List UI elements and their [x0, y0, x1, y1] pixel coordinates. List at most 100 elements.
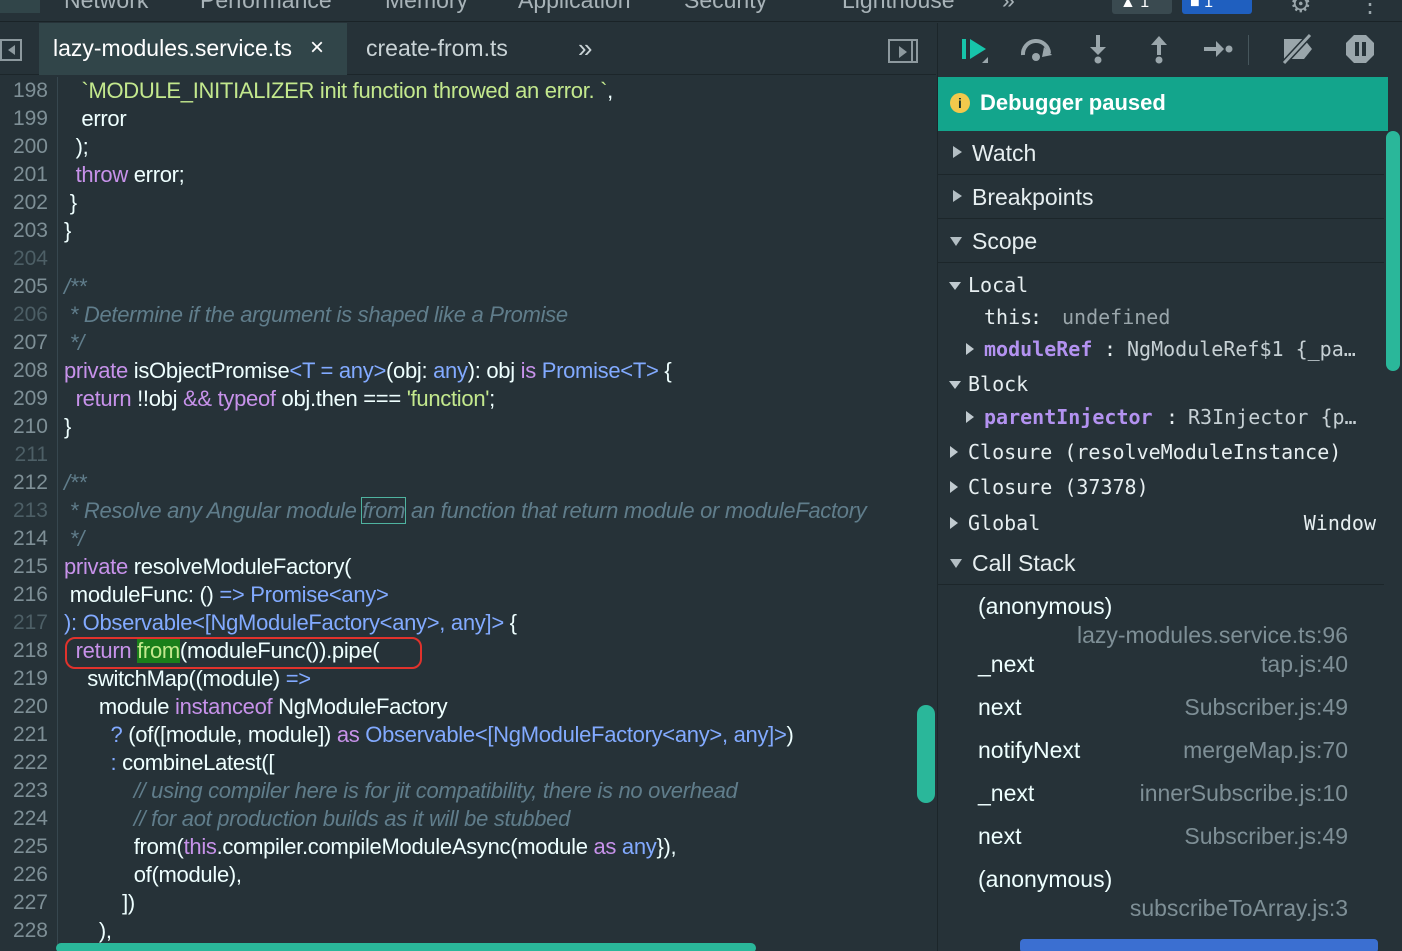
line-number[interactable]: 204	[0, 245, 48, 273]
watch-section-header[interactable]: Watch	[938, 131, 1384, 175]
line-number[interactable]: 220	[0, 693, 48, 721]
line-number[interactable]: 201	[0, 161, 48, 189]
line-number[interactable]: 209	[0, 385, 48, 413]
line-number[interactable]: 221	[0, 721, 48, 749]
breakpoints-section-header[interactable]: Breakpoints	[938, 175, 1384, 219]
line-number[interactable]: 225	[0, 833, 48, 861]
call-frame-location-link[interactable]: innerSubscribe.js:10	[1140, 780, 1348, 807]
sidebar-scrollbar[interactable]	[1386, 131, 1400, 371]
line-number[interactable]: 210	[0, 413, 48, 441]
line-number[interactable]: 214	[0, 525, 48, 553]
panel-tab-network[interactable]: Network	[64, 0, 148, 14]
line-number[interactable]: 213	[0, 497, 48, 525]
code-token: /**	[64, 274, 87, 299]
scope-closure-resolveModuleInstance[interactable]: Closure (resolveModuleInstance)	[938, 436, 1384, 468]
debugger-paused-banner: i Debugger paused	[938, 77, 1388, 131]
step-over-icon[interactable]	[1018, 33, 1054, 67]
devtools-panel-tabs: Network Performance Memory Application S…	[0, 0, 1402, 22]
kebab-menu-icon[interactable]: ⋮	[1358, 0, 1382, 19]
panel-tab-security[interactable]: Security	[684, 0, 767, 14]
code-line: module instanceof NgModuleFactory	[64, 693, 448, 721]
line-number[interactable]: 211	[0, 441, 48, 469]
line-number[interactable]: 205	[0, 273, 48, 301]
code-token: private	[64, 554, 128, 579]
scope-closure-37378[interactable]: Closure (37378)	[938, 471, 1384, 503]
code-token: any	[616, 834, 657, 859]
scope-global[interactable]: Global Window	[938, 507, 1384, 539]
line-number[interactable]: 198	[0, 77, 48, 105]
line-number[interactable]: 215	[0, 553, 48, 581]
collapse-arrow-icon	[950, 559, 962, 568]
warning-icon: ▲	[1120, 0, 1136, 11]
line-number[interactable]: 207	[0, 329, 48, 357]
resume-icon[interactable]	[956, 33, 992, 67]
call-frame-location-link[interactable]: Subscriber.js:49	[1184, 694, 1348, 721]
step-out-icon[interactable]	[1141, 33, 1177, 67]
call-frame-location-link[interactable]: mergeMap.js:70	[1183, 737, 1348, 764]
code-token: )	[786, 722, 794, 747]
editor-horizontal-scrollbar[interactable]	[56, 943, 756, 951]
code-token: typeof	[211, 386, 276, 411]
scope-property-this[interactable]: this: undefined	[938, 301, 1384, 333]
messages-badge[interactable]: ■ 1	[1182, 0, 1252, 14]
editor-vertical-scrollbar[interactable]	[917, 705, 935, 803]
code-token: module	[64, 694, 176, 719]
gear-icon[interactable]: ⚙	[1290, 0, 1312, 19]
panel-tab-application[interactable]: Application	[518, 0, 631, 14]
line-number[interactable]: 216	[0, 581, 48, 609]
line-number-gutter[interactable]: 198 199 200 201 202 203 204 205 206 207 208 209 210 2…	[0, 77, 58, 951]
scope-section-header[interactable]: Scope	[938, 219, 1384, 263]
sidebar-bottom-scrollbar[interactable]	[1020, 939, 1378, 951]
code-editor[interactable]: 198 199 200 201 202 203 204 205 206 207 208 209 210 2…	[0, 77, 936, 951]
panel-tab-sources[interactable]	[0, 0, 40, 13]
line-number[interactable]: 202	[0, 189, 48, 217]
scope-property-moduleRef[interactable]: moduleRef: NgModuleRef$1 {_pa…	[938, 333, 1384, 365]
line-number[interactable]: 228	[0, 917, 48, 945]
line-number[interactable]: 217	[0, 609, 48, 637]
code-token: }	[64, 218, 72, 243]
call-frame-location-link[interactable]: subscribeToArray.js:3	[1130, 895, 1348, 922]
toggle-navigator-icon[interactable]	[0, 39, 22, 61]
line-number[interactable]: 208	[0, 357, 48, 385]
line-number[interactable]: 226	[0, 861, 48, 889]
tab-create-from[interactable]: create-from.ts	[366, 23, 508, 75]
code-line: return !!obj && typeof obj.then === 'fun…	[64, 385, 496, 413]
line-number[interactable]: 219	[0, 665, 48, 693]
step-icon[interactable]	[1200, 33, 1236, 67]
tab-lazy-modules-service[interactable]: lazy-modules.service.ts ×	[39, 23, 347, 75]
call-frame-location-link[interactable]: tap.js:40	[1261, 651, 1348, 678]
close-icon[interactable]: ×	[310, 23, 324, 73]
call-frame-location-link[interactable]: Subscriber.js:49	[1184, 823, 1348, 850]
panel-tab-lighthouse[interactable]: Lighthouse	[842, 0, 955, 14]
scope-property-parentInjector[interactable]: parentInjector: R3Injector {p…	[938, 401, 1384, 433]
code-token: combineLatest([	[116, 750, 275, 775]
deactivate-breakpoints-icon[interactable]	[1278, 32, 1314, 67]
pause-on-exceptions-icon[interactable]	[1342, 33, 1378, 67]
panel-tab-memory[interactable]: Memory	[385, 0, 468, 14]
tab-label: lazy-modules.service.ts	[53, 35, 293, 61]
line-number[interactable]: 218	[0, 637, 48, 665]
code-token: .compiler.compileModuleAsync(module	[216, 834, 594, 859]
line-number[interactable]: 212	[0, 469, 48, 497]
line-number[interactable]: 206	[0, 301, 48, 329]
warnings-badge[interactable]: ▲ 1	[1112, 0, 1172, 14]
scope-block[interactable]: Block	[938, 368, 1384, 400]
call-frame-location-link[interactable]: lazy-modules.service.ts:96	[1077, 622, 1348, 649]
line-number[interactable]: 223	[0, 777, 48, 805]
more-tabs-icon[interactable]: »	[578, 23, 592, 75]
line-number[interactable]: 224	[0, 805, 48, 833]
line-number[interactable]: 200	[0, 133, 48, 161]
line-number[interactable]: 203	[0, 217, 48, 245]
code-token: instanceof	[175, 694, 273, 719]
toggle-debugger-sidebar-icon[interactable]	[888, 39, 918, 63]
call-stack-section-header[interactable]: Call Stack	[938, 541, 1384, 585]
line-number[interactable]: 199	[0, 105, 48, 133]
step-into-icon[interactable]	[1080, 33, 1116, 67]
code-token: }	[64, 190, 77, 215]
scope-local[interactable]: Local	[938, 269, 1384, 301]
code-token: */	[64, 526, 84, 551]
line-number[interactable]: 222	[0, 749, 48, 777]
panel-tabs-more-icon[interactable]: »	[1002, 0, 1015, 14]
panel-tab-performance[interactable]: Performance	[200, 0, 332, 14]
line-number[interactable]: 227	[0, 889, 48, 917]
